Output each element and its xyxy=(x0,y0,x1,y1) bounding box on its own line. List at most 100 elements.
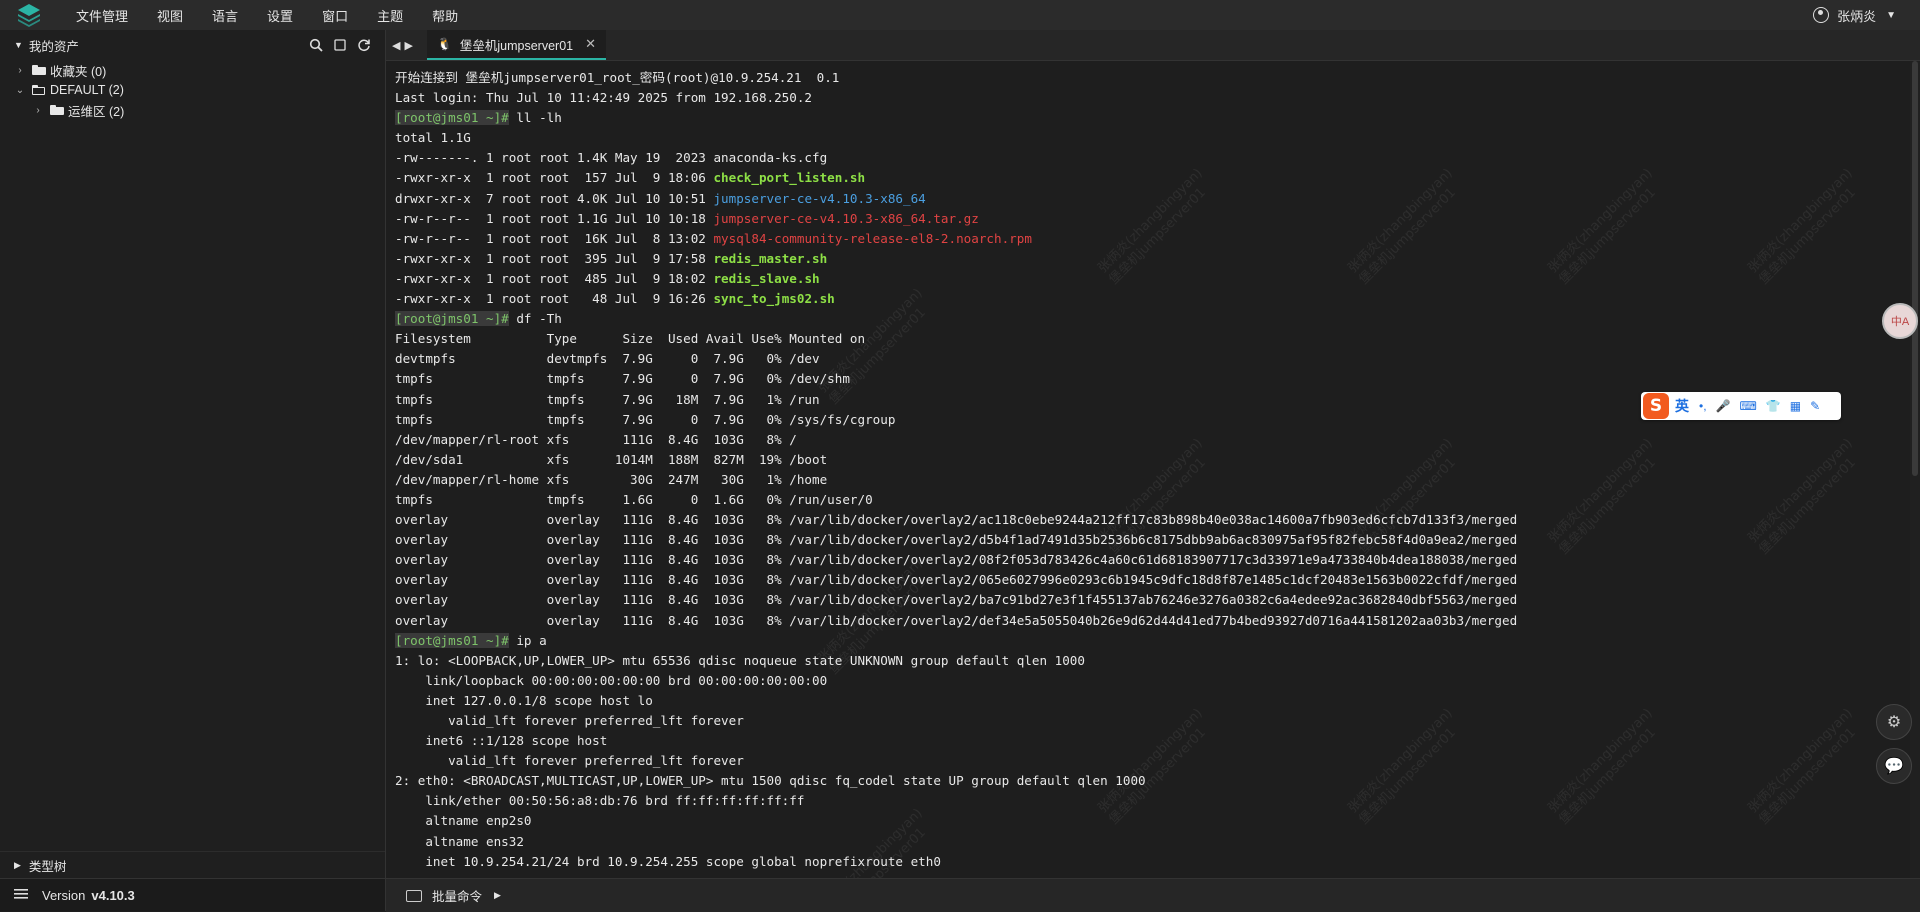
search-icon[interactable] xyxy=(309,38,323,52)
menu-item[interactable]: 语言 xyxy=(212,6,238,25)
extra-icon[interactable]: ✎ xyxy=(1810,399,1820,413)
tree-node[interactable]: ⌄ DEFAULT (2) xyxy=(0,80,385,100)
terminal-line: /dev/mapper/rl-root xfs 111G 8.4G 103G 8… xyxy=(395,430,1517,450)
close-icon[interactable]: ✕ xyxy=(585,36,596,52)
tab-jumpserver01[interactable]: 🐧 堡垒机jumpserver01 ✕ xyxy=(426,30,607,60)
terminal-text: -rw-r--r-- 1 root root 1.1G Jul 10 10:18 xyxy=(395,210,714,226)
batch-command-icon xyxy=(406,889,422,902)
tree-node[interactable]: › 收藏夹 (0) xyxy=(0,60,385,80)
menu-item[interactable]: 主题 xyxy=(377,6,403,25)
bottom-bar: 批量命令 ▶ xyxy=(386,878,1920,912)
watermark-name: 张炳炎(zhangbingyan) xyxy=(1745,705,1856,817)
next-tab-icon[interactable]: ▶ xyxy=(404,39,412,52)
terminal-text: /dev/mapper/rl-root xfs 111G 8.4G 103G 8… xyxy=(395,431,797,447)
watermark-name: 张炳炎(zhangbingyan) xyxy=(1545,165,1656,277)
terminal-text: devtmpfs devtmpfs 7.9G 0 7.9G 0% /dev xyxy=(395,351,820,367)
terminal-line: altname enp2s0 xyxy=(395,811,1517,831)
terminal-text: -rw-------. 1 root root 1.4K May 19 2023… xyxy=(395,150,828,166)
terminal-text: overlay overlay 111G 8.4G 103G 8% /var/l… xyxy=(395,572,1518,588)
terminal[interactable]: 张炳炎(zhangbingyan) 堡垒机jumpserver01 张炳炎(zhan… xyxy=(386,61,1910,878)
tab-bar: ◀ ▶ 🐧 堡垒机jumpserver01 ✕ xyxy=(386,30,1920,61)
watermark: 张炳炎(zhangbingyan) 堡垒机jumpserver01 xyxy=(1545,706,1667,828)
terminal-line: inet6 ::1/128 scope host xyxy=(395,731,1517,751)
folder-icon xyxy=(32,85,46,95)
terminal-scrollbar[interactable] xyxy=(1910,61,1920,878)
menu-item[interactable]: 窗口 xyxy=(322,6,348,25)
floating-avatar[interactable]: 中A xyxy=(1882,303,1918,339)
terminal-text: 开始连接到 堡垒机jumpserver01_root_密码(root)@10.9… xyxy=(395,70,840,85)
terminal-text: link/ether 00:50:56:a8:db:76 brd ff:ff:f… xyxy=(395,793,805,809)
sogou-logo-icon: S xyxy=(1643,393,1669,419)
tree-node[interactable]: › 运维区 (2) xyxy=(0,100,385,120)
terminal-line: drwxr-xr-x 7 root root 4.0K Jul 10 10:51… xyxy=(395,189,1517,209)
asset-sidebar: ▼ 我的资产 › 收藏夹 (0) ⌄ DEFAULT (2) › 运维区 (2) ▶ 类型… xyxy=(0,30,386,911)
terminal-text: tmpfs tmpfs 7.9G 18M 7.9G 1% /run xyxy=(395,391,820,407)
terminal-text: Filesystem Type Size Used Avail Use% Mou… xyxy=(395,331,866,347)
skin-icon[interactable]: 👕 xyxy=(1766,399,1781,413)
watermark-host: 堡垒机jumpserver01 xyxy=(1556,185,1659,288)
menu-lines-icon[interactable] xyxy=(14,888,28,903)
main-menu: 文件管理 视图 语言 设置 窗口 主题 帮助 xyxy=(76,6,487,25)
ime-mode[interactable]: 英 xyxy=(1675,396,1689,416)
tree-node-label: DEFAULT (2) xyxy=(50,83,124,97)
chevron-right-icon[interactable]: ▶ xyxy=(494,890,501,901)
terminal-line: overlay overlay 111G 8.4G 103G 8% /var/l… xyxy=(395,611,1517,631)
menu-item[interactable]: 视图 xyxy=(157,6,183,25)
prev-tab-icon[interactable]: ◀ xyxy=(392,39,400,52)
chevron-right-icon[interactable]: › xyxy=(12,65,28,76)
chevron-right-icon[interactable]: › xyxy=(30,105,46,116)
terminal-line: altname ens32 xyxy=(395,832,1517,852)
tree-node-label: 运维区 (2) xyxy=(68,104,125,119)
toolbox-icon[interactable]: ▦ xyxy=(1790,399,1801,413)
my-assets-header[interactable]: ▼ 我的资产 xyxy=(0,30,385,60)
terminal-text: 1: lo: <LOOPBACK,UP,LOWER_UP> mtu 65536 … xyxy=(395,652,1085,668)
terminal-text: valid_lft forever preferred_lft forever xyxy=(395,713,744,728)
collapse-icon[interactable] xyxy=(333,38,347,52)
microphone-icon[interactable]: 🎤 xyxy=(1716,399,1731,413)
terminal-text: -rwxr-xr-x 1 root root 157 Jul 9 18:06 xyxy=(395,170,714,186)
terminal-text: valid_lft forever preferred_lft forever xyxy=(395,753,744,769)
menu-item[interactable]: 帮助 xyxy=(432,6,458,25)
terminal-line: overlay overlay 111G 8.4G 103G 8% /var/l… xyxy=(395,550,1517,570)
terminal-line: overlay overlay 111G 8.4G 103G 8% /var/l… xyxy=(395,530,1517,550)
chevron-down-icon[interactable]: ⌄ xyxy=(12,85,28,96)
terminal-line: 2: eth0: <BROADCAST,MULTICAST,UP,LOWER_U… xyxy=(395,771,1517,791)
tree-node-label: 收藏夹 (0) xyxy=(50,64,107,79)
terminal-line: 开始连接到 堡垒机jumpserver01_root_密码(root)@10.9… xyxy=(395,68,1517,88)
chevron-down-icon: ▼ xyxy=(14,40,23,50)
terminal-text: total 1.1G xyxy=(395,130,471,146)
terminal-line: tmpfs tmpfs 7.9G 0 7.9G 0% /dev/shm xyxy=(395,369,1517,389)
shell-prompt: [root@jms01 ~]# xyxy=(395,632,509,648)
batch-command-button[interactable]: 批量命令 xyxy=(432,886,482,905)
type-tree-toggle[interactable]: ▶ 类型树 xyxy=(0,851,385,878)
terminal-line: /dev/mapper/rl-home xfs 30G 247M 30G 1% … xyxy=(395,470,1517,490)
terminal-text: /dev/sda1 xfs 1014M 188M 827M 19% /boot xyxy=(395,451,828,467)
keyboard-icon[interactable]: ⌨ xyxy=(1740,399,1757,413)
punctuation-icon[interactable]: •, xyxy=(1699,399,1707,413)
version-label: Version xyxy=(42,887,86,903)
terminal-line: -rw-------. 1 root root 1.4K May 19 2023… xyxy=(395,148,1517,168)
terminal-text: 2: eth0: <BROADCAST,MULTICAST,UP,LOWER_U… xyxy=(395,773,1146,789)
terminal-line: -rwxr-xr-x 1 root root 48 Jul 9 16:26 sy… xyxy=(395,289,1517,309)
tab-nav: ◀ ▶ xyxy=(392,39,417,52)
terminal-text: tmpfs tmpfs 7.9G 0 7.9G 0% /dev/shm xyxy=(395,371,850,387)
chat-icon[interactable]: 💬 xyxy=(1876,748,1912,784)
terminal-text: inet6 ::1/128 scope host xyxy=(395,733,608,749)
menu-item[interactable]: 设置 xyxy=(267,6,293,25)
terminal-text: jumpserver-ce-v4.10.3-x86_64.tar.gz xyxy=(713,210,979,226)
ime-toolbar[interactable]: S 英 •, 🎤 ⌨ 👕 ▦ ✎ xyxy=(1641,392,1841,420)
terminal-line: devtmpfs devtmpfs 7.9G 0 7.9G 0% /dev xyxy=(395,349,1517,369)
menu-bar: 文件管理 视图 语言 设置 窗口 主题 帮助 张炳炎 ▼ xyxy=(0,0,1920,30)
shell-prompt: [root@jms01 ~]# xyxy=(395,110,509,126)
scrollbar-thumb[interactable] xyxy=(1912,61,1918,476)
refresh-icon[interactable] xyxy=(357,38,371,52)
watermark-host: 堡垒机jumpserver01 xyxy=(1756,455,1859,558)
terminal-text: overlay overlay 111G 8.4G 103G 8% /var/l… xyxy=(395,552,1518,568)
terminal-line: overlay overlay 111G 8.4G 103G 8% /var/l… xyxy=(395,570,1517,590)
gear-icon[interactable]: ⚙ xyxy=(1876,704,1912,740)
menu-item[interactable]: 文件管理 xyxy=(76,6,128,25)
terminal-line: Filesystem Type Size Used Avail Use% Mou… xyxy=(395,329,1517,349)
terminal-line: -rwxr-xr-x 1 root root 485 Jul 9 18:02 r… xyxy=(395,269,1517,289)
user-menu[interactable]: 张炳炎 ▼ xyxy=(1813,0,1896,30)
terminal-text: altname ens32 xyxy=(395,833,524,849)
